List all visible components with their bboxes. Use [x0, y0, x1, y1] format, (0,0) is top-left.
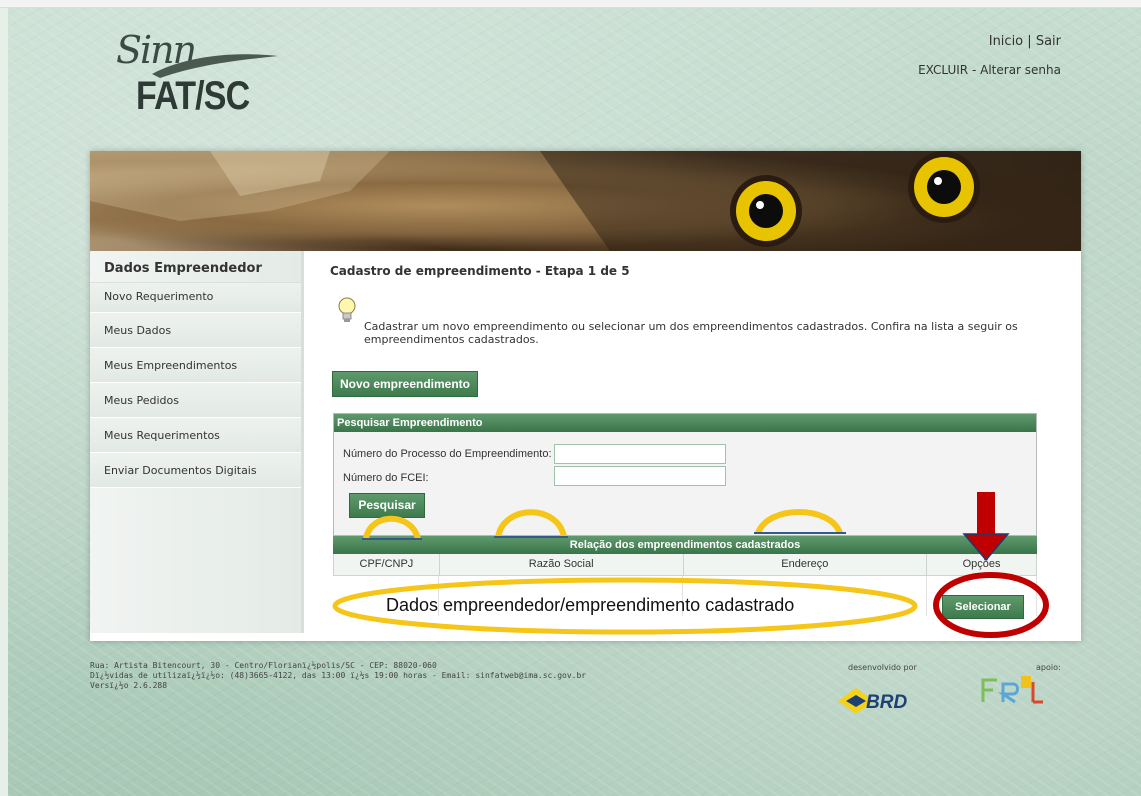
- lightbulb-icon: [338, 297, 356, 322]
- search-panel-title: Pesquisar Empreendimento: [334, 414, 1036, 432]
- sidebar: Dados Empreendedor Novo Requerimento Meu…: [90, 251, 304, 633]
- col-razao-social: Razão Social: [440, 554, 684, 575]
- footer-version: Versï¿½o 2.6.288: [90, 681, 168, 690]
- developed-by-label: desenvolvido por: [848, 663, 917, 672]
- owl-banner-image: [90, 151, 1081, 251]
- sidebar-item-enviar-documentos[interactable]: Enviar Documentos Digitais: [90, 453, 301, 488]
- selecionar-button[interactable]: Selecionar: [942, 595, 1024, 619]
- alterar-senha-link[interactable]: Alterar senha: [980, 63, 1061, 77]
- sidebar-title: Dados Empreendedor: [90, 251, 301, 283]
- sidebar-item-meus-pedidos[interactable]: Meus Pedidos: [90, 383, 301, 418]
- annotation-oval-text: Dados empreendedor/empreendimento cadast…: [386, 595, 795, 615]
- logo-main-text: FAT/SC: [136, 74, 250, 118]
- footer-address: Rua: Artista Bitencourt, 30 - Centro/Flo…: [90, 661, 437, 670]
- col-cpf-cnpj: CPF/CNPJ: [334, 554, 440, 575]
- col-endereco: Endereço: [684, 554, 928, 575]
- main-panel: Dados Empreendedor Novo Requerimento Meu…: [90, 151, 1081, 641]
- sidebar-item-meus-requerimentos[interactable]: Meus Requerimentos: [90, 418, 301, 453]
- link-separator: |: [1027, 34, 1032, 49]
- col-opcoes: Opções: [927, 554, 1037, 575]
- excluir-link[interactable]: EXCLUIR: [918, 63, 968, 77]
- brd-text: BRD: [866, 692, 908, 713]
- sidebar-item-meus-empreendimentos[interactable]: Meus Empreendimentos: [90, 348, 301, 383]
- results-title: Relação dos empreendimentos cadastrados: [333, 536, 1037, 554]
- processo-input[interactable]: [554, 444, 726, 464]
- intro-text: Cadastrar um novo empreendimento ou sele…: [364, 320, 1018, 346]
- link-dash: -: [971, 63, 977, 77]
- footer-contact: Dï¿½vidas de utilizaï¿½ï¿½o: (48)3665-41…: [90, 671, 587, 680]
- novo-empreendimento-button[interactable]: Novo empreendimento: [332, 371, 478, 397]
- main-content: Cadastro de empreendimento - Etapa 1 de …: [330, 251, 1070, 633]
- inicio-link[interactable]: Inicio: [989, 34, 1023, 49]
- frl-logo-icon[interactable]: [975, 668, 1045, 708]
- results-header-row: CPF/CNPJ Razão Social Endereço Opções: [333, 554, 1037, 576]
- page-title: Cadastro de empreendimento - Etapa 1 de …: [330, 264, 630, 278]
- sidebar-item-novo-requerimento[interactable]: Novo Requerimento: [90, 283, 301, 313]
- sair-link[interactable]: Sair: [1036, 34, 1061, 49]
- sidebar-item-meus-dados[interactable]: Meus Dados: [90, 313, 301, 348]
- sinfat-logo[interactable]: Sinn FAT/SC: [110, 28, 280, 123]
- fcei-input[interactable]: [554, 466, 726, 486]
- footer-info: Rua: Artista Bitencourt, 30 - Centro/Flo…: [90, 661, 586, 691]
- top-links: Inicio | Sair EXCLUIR - Alterar senha: [918, 34, 1061, 77]
- fcei-label: Número do FCEI:: [343, 472, 429, 484]
- processo-label: Número do Processo do Empreendimento:: [343, 448, 552, 460]
- owl-eyes-illustration: [90, 151, 1081, 251]
- brd-logo[interactable]: BRD: [836, 680, 922, 720]
- pesquisar-button[interactable]: Pesquisar: [349, 493, 425, 518]
- search-panel: Pesquisar Empreendimento Número do Proce…: [333, 413, 1037, 536]
- browser-strip: [0, 0, 1141, 8]
